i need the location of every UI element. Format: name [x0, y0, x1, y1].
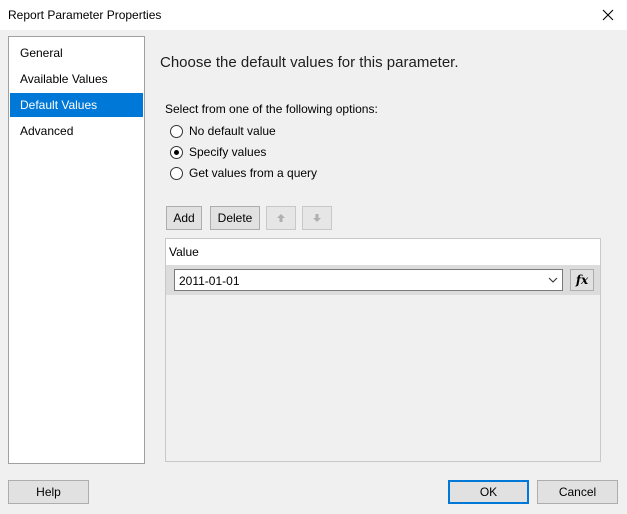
radio-button-selected[interactable] [170, 145, 183, 159]
ok-button[interactable]: OK [448, 480, 529, 504]
nav-item-default-values[interactable]: Default Values [10, 93, 143, 117]
table-row[interactable]: 2011-01-01 fx [166, 265, 600, 295]
option-no-default[interactable]: No default value [170, 122, 276, 140]
chevron-down-icon [548, 277, 558, 283]
nav-item-general[interactable]: General [10, 41, 143, 65]
fx-icon: fx [575, 273, 589, 287]
option-label: Get values from a query [189, 166, 318, 180]
title-bar: Report Parameter Properties [0, 0, 627, 30]
radio-button[interactable] [170, 124, 183, 138]
grid-header-value: Value [166, 239, 600, 265]
values-grid: Value 2011-01-01 fx [165, 238, 601, 462]
add-button[interactable]: Add [166, 206, 202, 230]
radio-button[interactable] [170, 166, 183, 180]
options-label: Select from one of the following options… [165, 102, 378, 116]
content-panel: Choose the default values for this param… [150, 36, 620, 468]
cancel-button[interactable]: Cancel [537, 480, 618, 504]
move-up-button[interactable] [266, 206, 296, 230]
arrow-up-icon [277, 214, 285, 222]
move-down-button[interactable] [302, 206, 332, 230]
option-label: Specify values [189, 145, 267, 159]
arrow-down-icon [313, 214, 321, 222]
expression-button[interactable]: fx [570, 269, 594, 291]
option-label: No default value [189, 124, 276, 138]
nav-item-advanced[interactable]: Advanced [10, 119, 143, 143]
page-nav-list: General Available Values Default Values … [8, 36, 145, 464]
delete-button[interactable]: Delete [210, 206, 260, 230]
close-icon [602, 9, 614, 21]
option-specify-values[interactable]: Specify values [170, 143, 266, 161]
close-button[interactable] [593, 2, 623, 28]
option-query[interactable]: Get values from a query [170, 164, 317, 182]
window-title: Report Parameter Properties [8, 8, 162, 22]
value-text: 2011-01-01 [179, 274, 240, 288]
help-button[interactable]: Help [8, 480, 89, 504]
value-combobox[interactable]: 2011-01-01 [174, 269, 563, 291]
nav-item-available-values[interactable]: Available Values [10, 67, 143, 91]
page-heading: Choose the default values for this param… [160, 54, 459, 71]
